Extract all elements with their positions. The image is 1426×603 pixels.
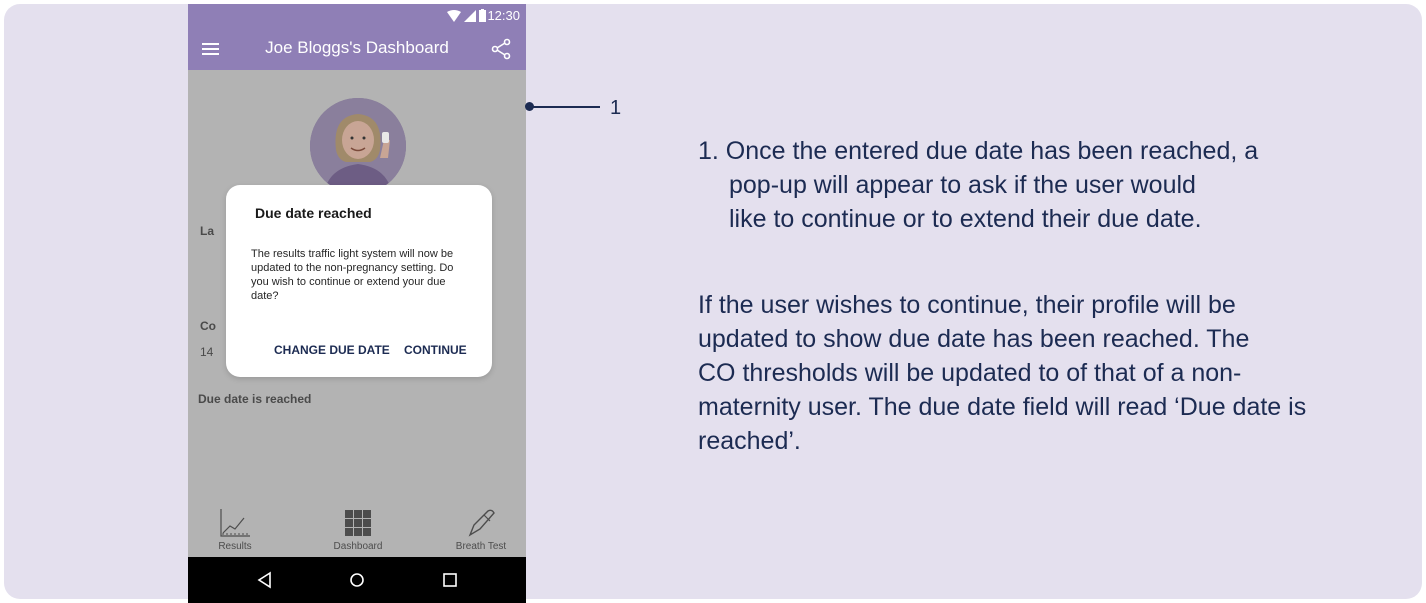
nav-dashboard[interactable]: Dashboard [328, 507, 388, 552]
chart-icon [220, 509, 250, 537]
nav-breath-test[interactable]: Breath Test [446, 507, 516, 552]
bottom-nav: Results Dashboard Breath Test [188, 499, 526, 557]
dialog-body: The results traffic light system will no… [251, 248, 454, 302]
dialog-title: Due date reached [255, 205, 372, 221]
note-2: If the user wishes to continue, their pr… [698, 288, 1306, 458]
co-value: 14 [200, 345, 214, 359]
change-due-date-button[interactable]: CHANGE DUE DATE [274, 343, 390, 357]
battery-icon [479, 9, 486, 22]
note-2-line: reached’. [698, 427, 801, 455]
nav-breath-test-label: Breath Test [455, 541, 507, 552]
due-date-dialog: Due date reached The results traffic lig… [226, 185, 492, 377]
note-2-line: If the user wishes to continue, their pr… [698, 291, 1236, 319]
page-title: Joe Bloggs's Dashboard [265, 38, 449, 57]
system-nav-bar [188, 557, 526, 603]
recents-icon[interactable] [440, 570, 460, 590]
continue-button[interactable]: CONTINUE [404, 343, 467, 357]
note-1-line: like to continue or to extend their due … [729, 205, 1202, 233]
pen-icon [468, 509, 495, 537]
callout-number: 1 [610, 97, 622, 119]
status-time: 12:30 [487, 8, 520, 23]
share-icon[interactable] [490, 38, 512, 60]
avatar [310, 98, 406, 194]
co-label: Co [200, 319, 216, 333]
callout-line [532, 106, 600, 108]
app-bar: Joe Bloggs's Dashboard [188, 28, 526, 70]
home-icon[interactable] [347, 570, 367, 590]
note-1-line: 1. Once the entered due date has been re… [698, 137, 1259, 165]
grid-icon [345, 510, 371, 536]
signal-icon [464, 9, 476, 22]
woman-illustration [310, 98, 406, 194]
wifi-icon [447, 9, 461, 22]
note-2-line: CO thresholds will be updated to of that… [698, 359, 1242, 387]
nav-results[interactable]: Results [210, 507, 260, 552]
status-bar: 12:30 [188, 4, 526, 28]
note-2-line: updated to show due date has been reache… [698, 325, 1250, 353]
status-icons [447, 9, 486, 22]
back-icon[interactable] [255, 570, 275, 590]
note-2-line: maternity user. The due date field will … [698, 393, 1307, 421]
nav-results-label: Results [218, 541, 252, 552]
phone-screen: 12:30 Joe Bloggs's Dashboard La Co 14 Du… [188, 4, 526, 603]
note-1-line: pop-up will appear to ask if the user wo… [729, 171, 1196, 199]
nav-dashboard-label: Dashboard [333, 541, 383, 552]
due-date-status: Due date is reached [198, 392, 312, 406]
last-label: La [200, 224, 215, 238]
note-1: 1. Once the entered due date has been re… [698, 134, 1258, 236]
